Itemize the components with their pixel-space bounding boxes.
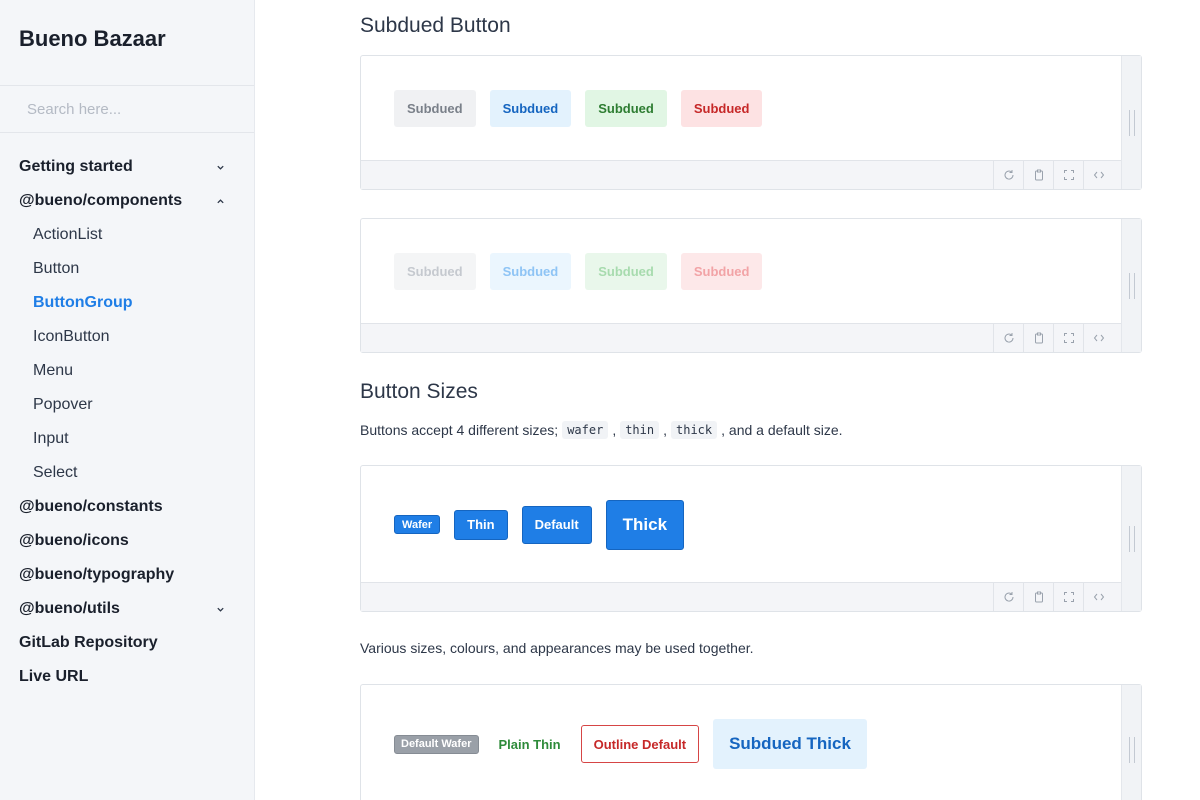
grip-icon — [1128, 272, 1135, 299]
grip-icon — [1128, 525, 1135, 552]
subdued-gray-button[interactable]: Subdued — [394, 90, 476, 127]
resize-handle[interactable] — [1121, 685, 1141, 800]
wafer-button[interactable]: Wafer — [394, 515, 441, 534]
demo-stage: Default Wafer Plain Thin Outline Default… — [361, 685, 1121, 800]
chevron-down-icon — [213, 602, 227, 616]
fullscreen-icon[interactable] — [1053, 583, 1083, 611]
demo-stage: Subdued Subdued Subdued Subdued — [361, 219, 1121, 324]
demo-stage: Wafer Thin Default Thick — [361, 466, 1121, 583]
sidebar-item-label: Getting started — [19, 158, 133, 175]
refresh-icon[interactable] — [993, 324, 1023, 352]
sidebar-item-input[interactable]: Input — [0, 422, 254, 456]
code-wafer: wafer — [562, 421, 609, 439]
demo-toolbar — [361, 160, 1121, 189]
brand-title[interactable]: Bueno Bazaar — [0, 0, 254, 86]
sizes-description: Buttons accept 4 different sizes; wafer,… — [360, 421, 843, 439]
sizes-text-after: , and a default size. — [721, 422, 843, 438]
sidebar: Bueno Bazaar Getting started @bueno/comp… — [0, 0, 255, 800]
clipboard-icon[interactable] — [1023, 583, 1053, 611]
chevron-up-icon — [213, 194, 227, 208]
sizes-heading: Button Sizes — [360, 380, 478, 403]
code-icon[interactable] — [1083, 583, 1113, 611]
sidebar-item-constants[interactable]: @bueno/constants — [0, 490, 254, 524]
demo-panel-subdued-disabled: Subdued Subdued Subdued Subdued — [360, 218, 1142, 353]
subdued-red-button[interactable]: Subdued — [680, 90, 763, 127]
sidebar-item-gitlab[interactable]: GitLab Repository — [0, 626, 254, 660]
sidebar-item-select[interactable]: Select — [0, 456, 254, 490]
sidebar-item-button[interactable]: Button — [0, 252, 254, 286]
subdued-heading: Subdued Button — [360, 14, 511, 37]
thin-button[interactable]: Thin — [454, 509, 508, 540]
sidebar-item-buttongroup[interactable]: ButtonGroup — [0, 286, 254, 320]
sidebar-item-getting-started[interactable]: Getting started — [0, 150, 254, 184]
sidebar-item-utils[interactable]: @bueno/utils — [0, 592, 254, 626]
sidebar-nav: Getting started @bueno/components Action… — [0, 133, 254, 694]
subdued-green-disabled-button: Subdued — [585, 253, 667, 290]
clipboard-icon[interactable] — [1023, 161, 1053, 189]
default-wafer-button[interactable]: Default Wafer — [394, 734, 479, 754]
grip-icon — [1128, 109, 1135, 136]
sidebar-item-label: @bueno/icons — [19, 532, 129, 549]
refresh-icon[interactable] — [993, 161, 1023, 189]
subdued-blue-disabled-button: Subdued — [489, 253, 572, 290]
combo-description: Various sizes, colours, and appearances … — [360, 640, 754, 656]
sidebar-item-live-url[interactable]: Live URL — [0, 660, 254, 694]
search-box — [0, 86, 254, 133]
resize-handle[interactable] — [1121, 219, 1141, 352]
sidebar-item-iconbutton[interactable]: IconButton — [0, 320, 254, 354]
sidebar-item-label: GitLab Repository — [19, 634, 158, 651]
outline-default-button[interactable]: Outline Default — [580, 725, 700, 763]
subdued-thick-button[interactable]: Subdued Thick — [713, 719, 867, 769]
sidebar-item-label: @bueno/utils — [19, 600, 120, 617]
plain-thin-button[interactable]: Plain Thin — [493, 729, 567, 759]
clipboard-icon[interactable] — [1023, 324, 1053, 352]
grip-icon — [1128, 736, 1135, 763]
demo-stage: Subdued Subdued Subdued Subdued — [361, 56, 1121, 161]
subdued-blue-button[interactable]: Subdued — [489, 90, 572, 127]
sidebar-item-label: @bueno/typography — [19, 566, 175, 583]
chevron-down-icon — [213, 160, 227, 174]
subdued-green-button[interactable]: Subdued — [585, 90, 667, 127]
demo-toolbar — [361, 582, 1121, 611]
sidebar-item-typography[interactable]: @bueno/typography — [0, 558, 254, 592]
sidebar-item-icons[interactable]: @bueno/icons — [0, 524, 254, 558]
sidebar-item-actionlist[interactable]: ActionList — [0, 218, 254, 252]
search-input[interactable] — [27, 100, 227, 118]
main-content: Subdued Button Subdued Subdued Subdued S… — [255, 0, 1200, 800]
demo-panel-combined: Default Wafer Plain Thin Outline Default… — [360, 684, 1142, 800]
subdued-red-disabled-button: Subdued — [680, 253, 763, 290]
subdued-gray-disabled-button: Subdued — [394, 253, 476, 290]
resize-handle[interactable] — [1121, 466, 1141, 611]
code-icon[interactable] — [1083, 324, 1113, 352]
demo-panel-sizes: Wafer Thin Default Thick — [360, 465, 1142, 612]
sidebar-item-popover[interactable]: Popover — [0, 388, 254, 422]
sidebar-item-label: @bueno/constants — [19, 498, 163, 515]
demo-toolbar — [361, 323, 1121, 352]
sidebar-item-label: @bueno/components — [19, 192, 183, 209]
thick-button[interactable]: Thick — [605, 499, 685, 550]
sidebar-item-menu[interactable]: Menu — [0, 354, 254, 388]
resize-handle[interactable] — [1121, 56, 1141, 189]
code-thick: thick — [671, 421, 718, 439]
demo-panel-subdued: Subdued Subdued Subdued Subdued — [360, 55, 1142, 190]
default-button[interactable]: Default — [521, 505, 592, 544]
sidebar-item-components[interactable]: @bueno/components — [0, 184, 254, 218]
fullscreen-icon[interactable] — [1053, 161, 1083, 189]
refresh-icon[interactable] — [993, 583, 1023, 611]
code-thin: thin — [620, 421, 660, 439]
code-icon[interactable] — [1083, 161, 1113, 189]
sizes-text-before: Buttons accept 4 different sizes; — [360, 422, 559, 438]
fullscreen-icon[interactable] — [1053, 324, 1083, 352]
sidebar-item-label: Live URL — [19, 668, 89, 685]
